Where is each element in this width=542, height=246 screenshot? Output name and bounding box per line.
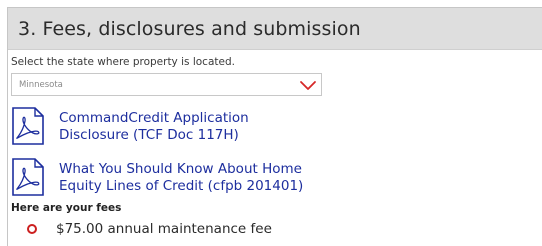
document-title-line1: CommandCredit Application	[59, 110, 249, 126]
fee-list-item: $75.00 annual maintenance fee	[27, 221, 272, 237]
pdf-icon	[12, 158, 44, 196]
document-title-line2: Equity Lines of Credit (cfpb 201401)	[59, 178, 304, 194]
section-header: 3. Fees, disclosures and submission	[8, 8, 542, 50]
disclosure-link-commandcredit[interactable]: CommandCredit Application Disclosure (TC…	[11, 107, 249, 145]
bullet-circle-icon	[27, 224, 37, 234]
disclosure-link-home-equity[interactable]: What You Should Know About Home Equity L…	[11, 158, 303, 196]
pdf-icon	[12, 107, 44, 145]
section-title: 3. Fees, disclosures and submission	[18, 17, 361, 40]
document-title-line1: What You Should Know About Home	[59, 161, 302, 177]
state-select-value: Minnesota	[19, 80, 63, 90]
state-select[interactable]: Minnesota	[11, 73, 322, 96]
fee-text: $75.00 annual maintenance fee	[56, 221, 272, 237]
fees-heading: Here are your fees	[11, 202, 122, 214]
document-title-line2: Disclosure (TCF Doc 117H)	[59, 127, 239, 143]
chevron-down-icon	[300, 81, 316, 90]
state-select-label: Select the state where property is locat…	[11, 56, 235, 68]
